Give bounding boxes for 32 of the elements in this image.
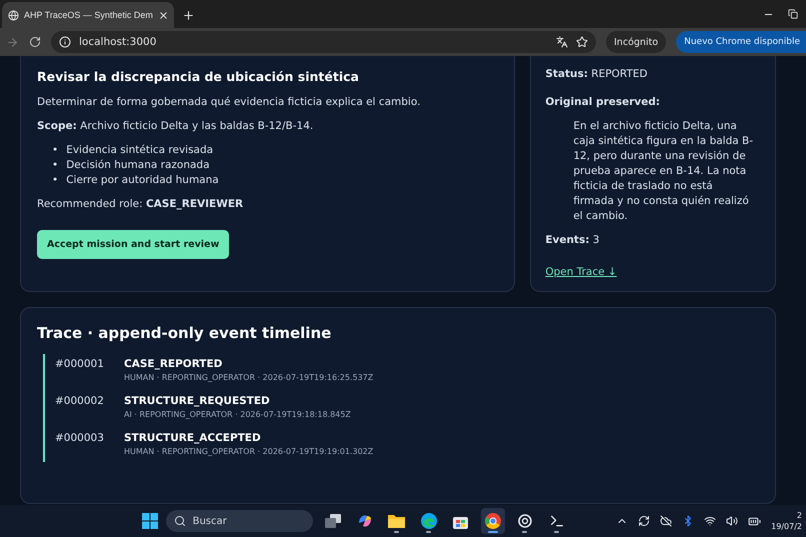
clock[interactable]: 2 19/07/2 [771, 510, 802, 532]
criterion-item: Evidencia sintética revisada [66, 143, 214, 158]
event-meta: AI · REPORTING_OPERATOR · 2026-07-19T19:18:18.845Z [124, 410, 351, 419]
criterion-item: Decisión humana razonada [66, 158, 210, 174]
open-trace-link[interactable]: Open Trace ↓ [545, 266, 617, 278]
original-label: Original preserved: [545, 96, 661, 110]
case-status: Status: REPORTED [545, 68, 648, 82]
trace-title: Trace · append-only event timeline [37, 324, 332, 342]
event-meta: HUMAN · REPORTING_OPERATOR · 2026-07-19T19:16:25.537Z [124, 372, 374, 382]
criterion-item: Cierre por autoridad humana [66, 173, 219, 188]
original-text: En el archivo ficticio Delta, una caja sintética figura en la balda B-12, pero durante una revisión de prueba aparece en B-14. La nota ficticia de traslado no está firmada y no consta quién realizó el cambio. [573, 119, 754, 224]
recommended-role: Recommended role: CASE_REVIEWER [37, 198, 244, 212]
address-bar[interactable]: localhost:3000 [51, 31, 596, 53]
events-count: Events: 3 [545, 234, 600, 248]
search-field[interactable]: Buscar [166, 510, 313, 532]
incognito-badge[interactable]: Incógnito [606, 31, 666, 53]
accept-mission-button[interactable]: Accept mission and start review [37, 230, 230, 259]
bullet: • [52, 143, 58, 158]
event-meta: HUMAN · REPORTING_OPERATOR · 2026-07-19T19:19:01.302Z [124, 446, 374, 456]
browser-tab[interactable]: AHP TraceOS — Synthetic Dem [2, 2, 174, 28]
mission-description: Determinar de forma gobernada qué evidencia ficticia explica el cambio. [37, 96, 422, 110]
bullet: • [52, 158, 58, 174]
bullet: • [52, 173, 58, 188]
update-button[interactable]: Nuevo Chrome disponible [676, 31, 806, 53]
event-sequence: #000003 [55, 432, 105, 446]
mission-title: Revisar la discrepancia de ubicación sintética [37, 69, 360, 84]
event-type: STRUCTURE_REQUESTED [124, 394, 271, 407]
event-type: STRUCTURE_ACCEPTED [124, 432, 262, 444]
event-type: CASE_REPORTED [124, 358, 224, 370]
mission-scope: Scope: Archivo ficticio Delta y las baldas B-12/B-14. [37, 120, 314, 134]
event-sequence: #000001 [55, 358, 105, 372]
event-sequence: #000002 [55, 394, 105, 409]
